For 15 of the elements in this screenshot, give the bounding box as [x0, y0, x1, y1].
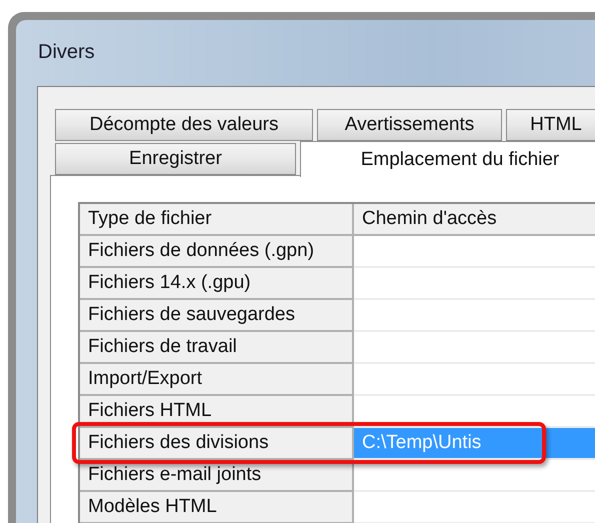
tab[interactable]: Décompte des valeurs [55, 109, 313, 141]
table-cell[interactable]: Fichiers 14.x (.gpu) [80, 268, 354, 300]
table-cell[interactable]: Fichiers des divisions [80, 428, 354, 460]
tab[interactable]: HTML [506, 109, 595, 141]
table-cell[interactable]: Import/Export [80, 364, 354, 396]
window-title: Divers [38, 40, 95, 64]
table-cell[interactable]: Fichiers de sauvegardes [80, 300, 354, 332]
column-header[interactable]: Chemin d'accès [354, 204, 595, 236]
column-header[interactable]: Type de fichier [80, 204, 354, 236]
tab[interactable]: Enregistrer [55, 143, 296, 175]
table-cell[interactable]: Fichiers de travail [80, 332, 354, 364]
tab[interactable]: Avertissements [317, 109, 502, 141]
table-cell[interactable]: Modèles HTML [80, 492, 354, 523]
tab[interactable]: Emplacement du fichier [300, 141, 595, 177]
table-cell[interactable]: Fichiers de données (.gpn) [80, 236, 354, 268]
